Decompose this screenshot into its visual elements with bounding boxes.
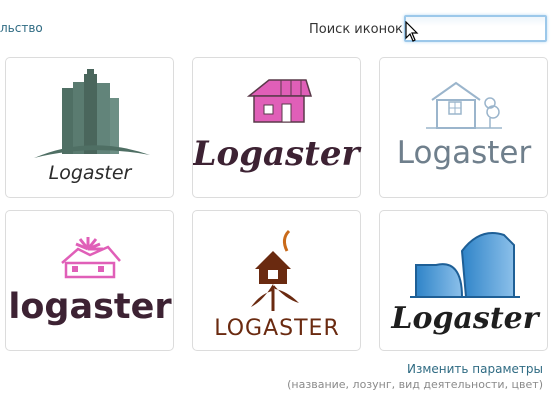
icon-search-input[interactable] bbox=[404, 15, 547, 42]
logo-text: Logaster bbox=[193, 134, 361, 174]
search-label: Поиск иконок: bbox=[309, 22, 408, 37]
logo-card-6[interactable]: Logaster bbox=[379, 210, 548, 351]
logo-card-2[interactable]: Logaster bbox=[192, 57, 361, 198]
blue-building-icon: Logaster bbox=[390, 232, 541, 336]
logo-card-1[interactable]: Logaster bbox=[5, 57, 174, 198]
logo-text: Logaster bbox=[390, 301, 540, 336]
change-parameters-link[interactable]: Изменить параметры bbox=[407, 362, 543, 376]
house-flower-icon: LOGASTER bbox=[214, 229, 339, 341]
pink-house-icon: Logaster bbox=[193, 79, 361, 174]
logo-text: logaster bbox=[8, 287, 172, 327]
parameters-hint: (название, лозунг, вид деятельности, цве… bbox=[287, 378, 543, 391]
logo-card-4[interactable]: logaster bbox=[5, 210, 174, 351]
top-left-link[interactable]: льство bbox=[0, 21, 43, 35]
sun-house-icon: logaster bbox=[8, 237, 172, 327]
logo-card-5[interactable]: LOGASTER bbox=[192, 210, 361, 351]
logo-text: Logaster bbox=[49, 162, 133, 184]
logo-text: LOGASTER bbox=[214, 316, 339, 341]
outline-house-icon: Logaster bbox=[397, 81, 532, 171]
logo-card-3[interactable]: Logaster bbox=[379, 57, 548, 198]
city-skyline-icon: Logaster bbox=[34, 69, 150, 184]
logo-text: Logaster bbox=[397, 135, 532, 171]
